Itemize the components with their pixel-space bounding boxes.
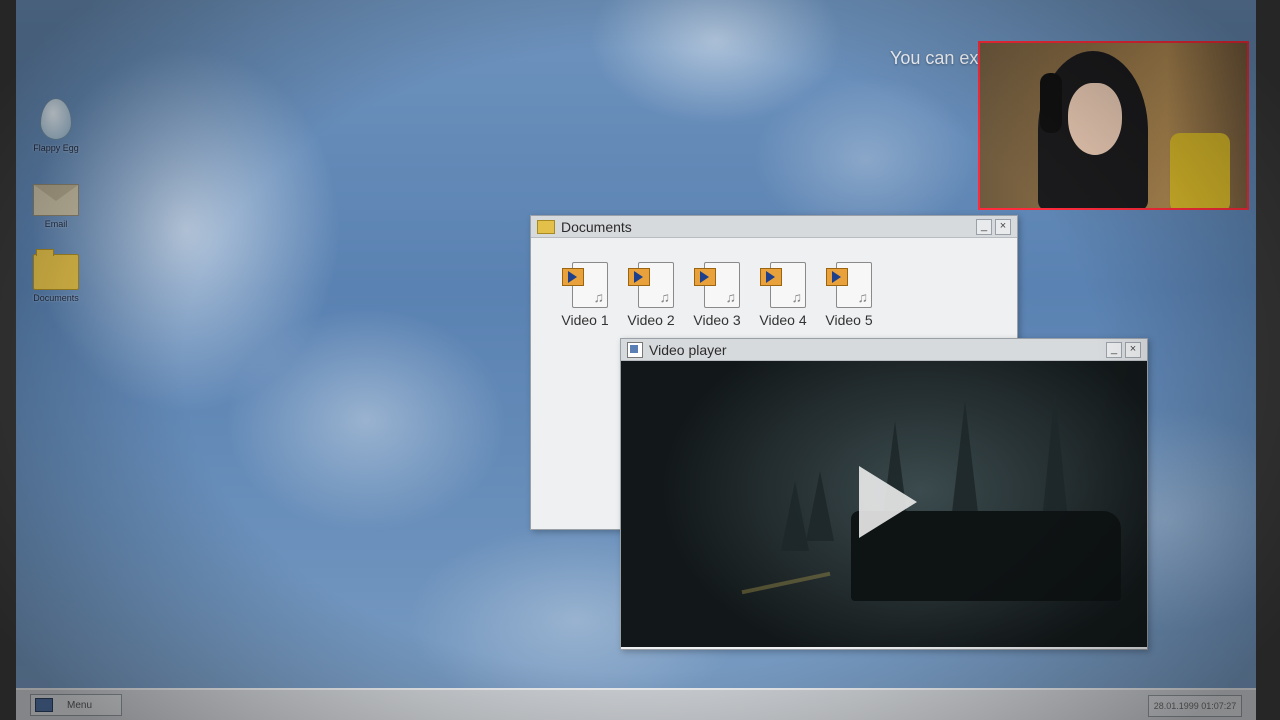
file-label: Video 5 xyxy=(825,312,873,328)
minimize-button[interactable]: _ xyxy=(1106,341,1122,358)
desktop-icon-label: Flappy Egg xyxy=(33,143,79,153)
menu-label: Menu xyxy=(67,699,93,711)
window-title: Documents xyxy=(561,218,632,235)
file-video-1[interactable]: Video 1 xyxy=(554,262,616,328)
video-file-icon xyxy=(760,262,806,308)
window-controls: _ × xyxy=(976,218,1011,235)
folder-icon xyxy=(537,219,555,234)
webcam-face xyxy=(1068,83,1122,155)
envelope-icon xyxy=(33,184,79,216)
video-scene-tree xyxy=(806,471,834,541)
overlay-caption: You can exi xyxy=(890,48,983,68)
video-file-icon xyxy=(694,262,740,308)
screen: Flappy Egg Email Documents You can exi D… xyxy=(0,0,1280,720)
play-icon[interactable] xyxy=(859,466,917,538)
file-label: Video 3 xyxy=(693,312,741,328)
file-label: Video 4 xyxy=(759,312,807,328)
window-title: Video player xyxy=(649,341,727,358)
video-player-window: Video player _ × xyxy=(620,338,1148,650)
video-scene-tree xyxy=(1041,391,1069,531)
video-file-icon xyxy=(562,262,608,308)
file-label: Video 1 xyxy=(561,312,609,328)
egg-icon xyxy=(40,98,72,140)
webcam-overlay xyxy=(978,41,1249,210)
desktop-icon-label: Documents xyxy=(33,293,79,303)
video-file-icon xyxy=(826,262,872,308)
file-video-5[interactable]: Video 5 xyxy=(818,262,880,328)
computer-icon xyxy=(35,698,53,712)
video-scene-tree xyxy=(951,401,979,521)
video-scene-road xyxy=(741,571,831,595)
video-scene-tree xyxy=(781,481,809,551)
desktop-icon-email[interactable]: Email xyxy=(16,184,96,229)
video-file-icon xyxy=(628,262,674,308)
video-player-titlebar[interactable]: Video player _ × xyxy=(621,339,1147,361)
menu-button[interactable]: Menu xyxy=(30,694,122,716)
documents-titlebar[interactable]: Documents _ × xyxy=(531,216,1017,238)
file-label: Video 2 xyxy=(627,312,675,328)
desktop-icon-documents[interactable]: Documents xyxy=(16,249,96,303)
folder-icon xyxy=(33,249,79,290)
video-frame[interactable] xyxy=(621,361,1147,647)
desktop-icon-label: Email xyxy=(44,219,68,229)
taskbar-clock: 28.01.1999 01:07:27 xyxy=(1148,695,1242,717)
file-video-4[interactable]: Video 4 xyxy=(752,262,814,328)
close-button[interactable]: × xyxy=(995,218,1011,235)
file-video-3[interactable]: Video 3 xyxy=(686,262,748,328)
file-video-2[interactable]: Video 2 xyxy=(620,262,682,328)
desktop-icon-flappy-egg[interactable]: Flappy Egg xyxy=(16,98,96,153)
headset-icon xyxy=(1040,73,1062,133)
minimize-button[interactable]: _ xyxy=(976,218,992,235)
close-button[interactable]: × xyxy=(1125,341,1141,358)
window-controls: _ × xyxy=(1106,341,1141,358)
video-player-icon xyxy=(627,341,643,358)
taskbar: Menu 28.01.1999 01:07:27 xyxy=(16,688,1256,720)
webcam-chair xyxy=(1170,133,1230,208)
